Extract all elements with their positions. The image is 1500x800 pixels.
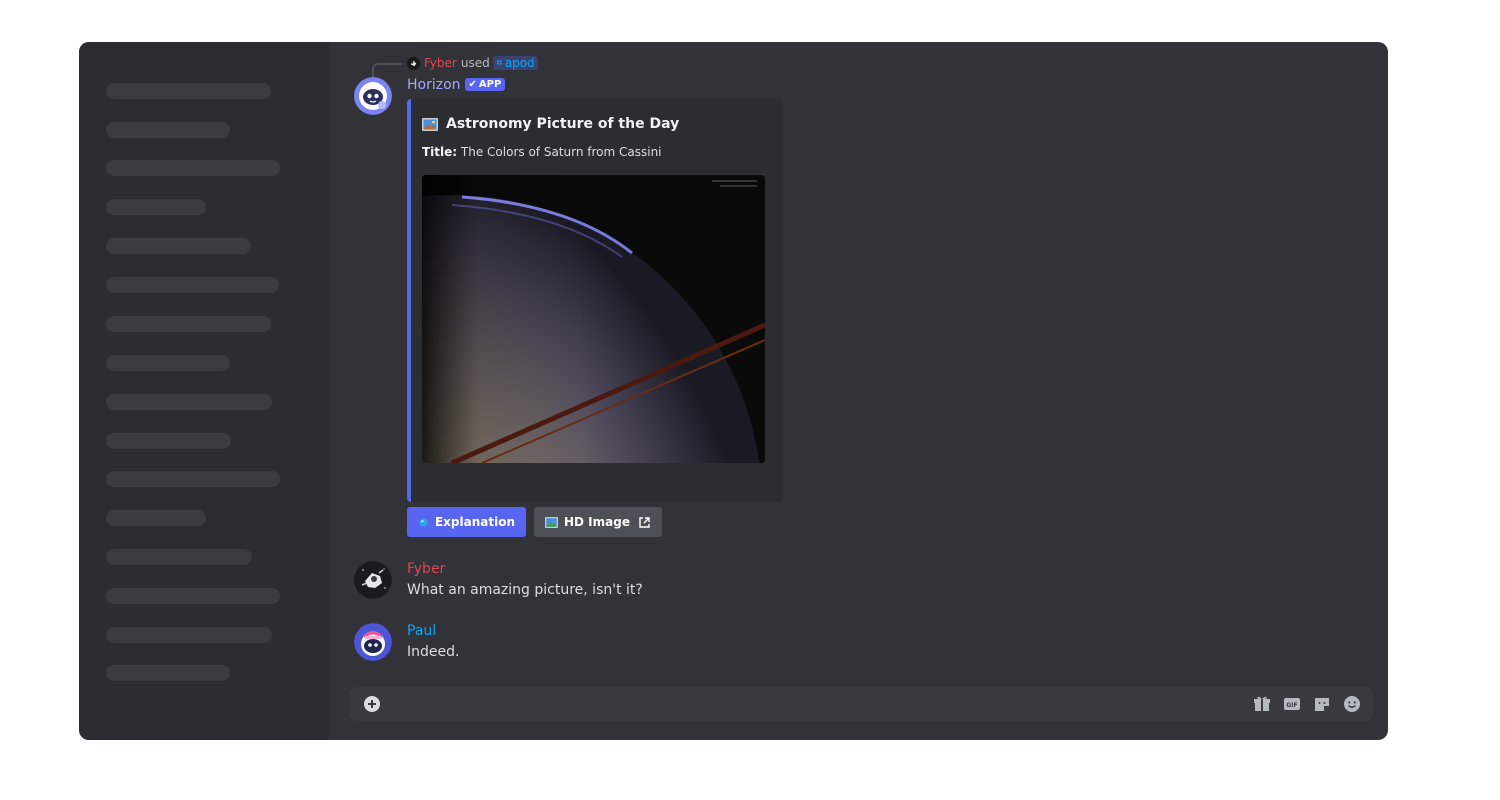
fyber-avatar[interactable] [354, 561, 392, 599]
sidebar-skeleton-item [106, 433, 231, 449]
embed-image-saturn[interactable] [422, 175, 765, 463]
picture-icon [422, 117, 438, 131]
reply-connector [372, 63, 402, 77]
horizon-author[interactable]: Horizon ✔ APP [407, 77, 506, 93]
app-badge-label: APP [478, 79, 502, 90]
slash-command-icon: ⠶ [495, 58, 503, 68]
sidebar-skeleton-item [106, 277, 279, 293]
command-name-chip[interactable]: ⠶ apod [492, 56, 538, 70]
chat-area: Fyber used ⠶ apod Horizon ✔ APP Astronom… [329, 42, 1388, 740]
sidebar-skeleton-item [106, 588, 280, 604]
saturn-image [422, 175, 765, 463]
sidebar-skeleton-item [106, 122, 230, 138]
sidebar-skeleton-item [106, 394, 272, 410]
fyber-mini-avatar-icon[interactable] [407, 56, 420, 70]
sidebar-skeleton-item [106, 238, 251, 254]
app-badge: ✔ APP [464, 78, 506, 91]
embed-field: Title: The Colors of Saturn from Cassini [422, 145, 662, 159]
sidebar-skeleton-item [106, 510, 206, 526]
sidebar-skeleton-item [106, 355, 230, 371]
composer-actions: GIF [1253, 695, 1361, 713]
explanation-button[interactable]: Explanation [407, 507, 526, 537]
command-usage-line: Fyber used ⠶ apod [407, 55, 538, 71]
verified-check-icon: ✔ [468, 79, 477, 90]
hd-image-button[interactable]: HD Image [534, 507, 662, 537]
embed-field-value: The Colors of Saturn from Cassini [460, 145, 662, 159]
message-composer: GIF [350, 687, 1373, 721]
add-attachment-icon[interactable] [363, 695, 381, 713]
paul-avatar[interactable] [354, 623, 392, 661]
svg-text:GIF: GIF [1286, 702, 1297, 709]
embed-field-label: Title: [422, 145, 458, 159]
fyber-author-name[interactable]: Fyber [407, 561, 445, 577]
picture-icon [545, 516, 558, 528]
sidebar-skeleton-item [106, 160, 280, 176]
embed-title-text: Astronomy Picture of the Day [446, 116, 680, 132]
paul-author-name[interactable]: Paul [407, 623, 436, 639]
horizon-avatar[interactable] [354, 77, 392, 115]
embed-title: Astronomy Picture of the Day [422, 116, 679, 132]
sidebar-skeleton-item [106, 627, 272, 643]
command-user-name[interactable]: Fyber [424, 56, 457, 70]
gift-icon[interactable] [1253, 695, 1271, 713]
command-name: apod [504, 56, 535, 70]
message-input[interactable] [394, 692, 1248, 718]
sidebar [79, 42, 329, 740]
horizon-author-name: Horizon [407, 77, 461, 93]
sidebar-skeleton-item [106, 83, 271, 99]
sticker-icon[interactable] [1313, 695, 1331, 713]
sidebar-skeleton-item [106, 199, 206, 215]
emoji-icon[interactable] [1343, 695, 1361, 713]
apod-embed: Astronomy Picture of the Day Title: The … [407, 99, 783, 502]
fyber-message-text: What an amazing picture, isn't it? [407, 582, 643, 598]
external-link-icon [638, 516, 651, 529]
blue-orb-icon [418, 517, 429, 528]
sidebar-skeleton-item [106, 665, 230, 681]
sidebar-skeleton-item [106, 471, 280, 487]
sidebar-skeleton-item [106, 316, 271, 332]
explanation-button-label: Explanation [434, 515, 515, 529]
paul-message-text: Indeed. [407, 644, 460, 660]
hd-image-button-label: HD Image [564, 515, 630, 529]
gif-icon[interactable]: GIF [1283, 695, 1301, 713]
app-window: Fyber used ⠶ apod Horizon ✔ APP Astronom… [79, 42, 1388, 740]
sidebar-skeleton-item [106, 549, 252, 565]
command-used-text: used [460, 56, 490, 70]
